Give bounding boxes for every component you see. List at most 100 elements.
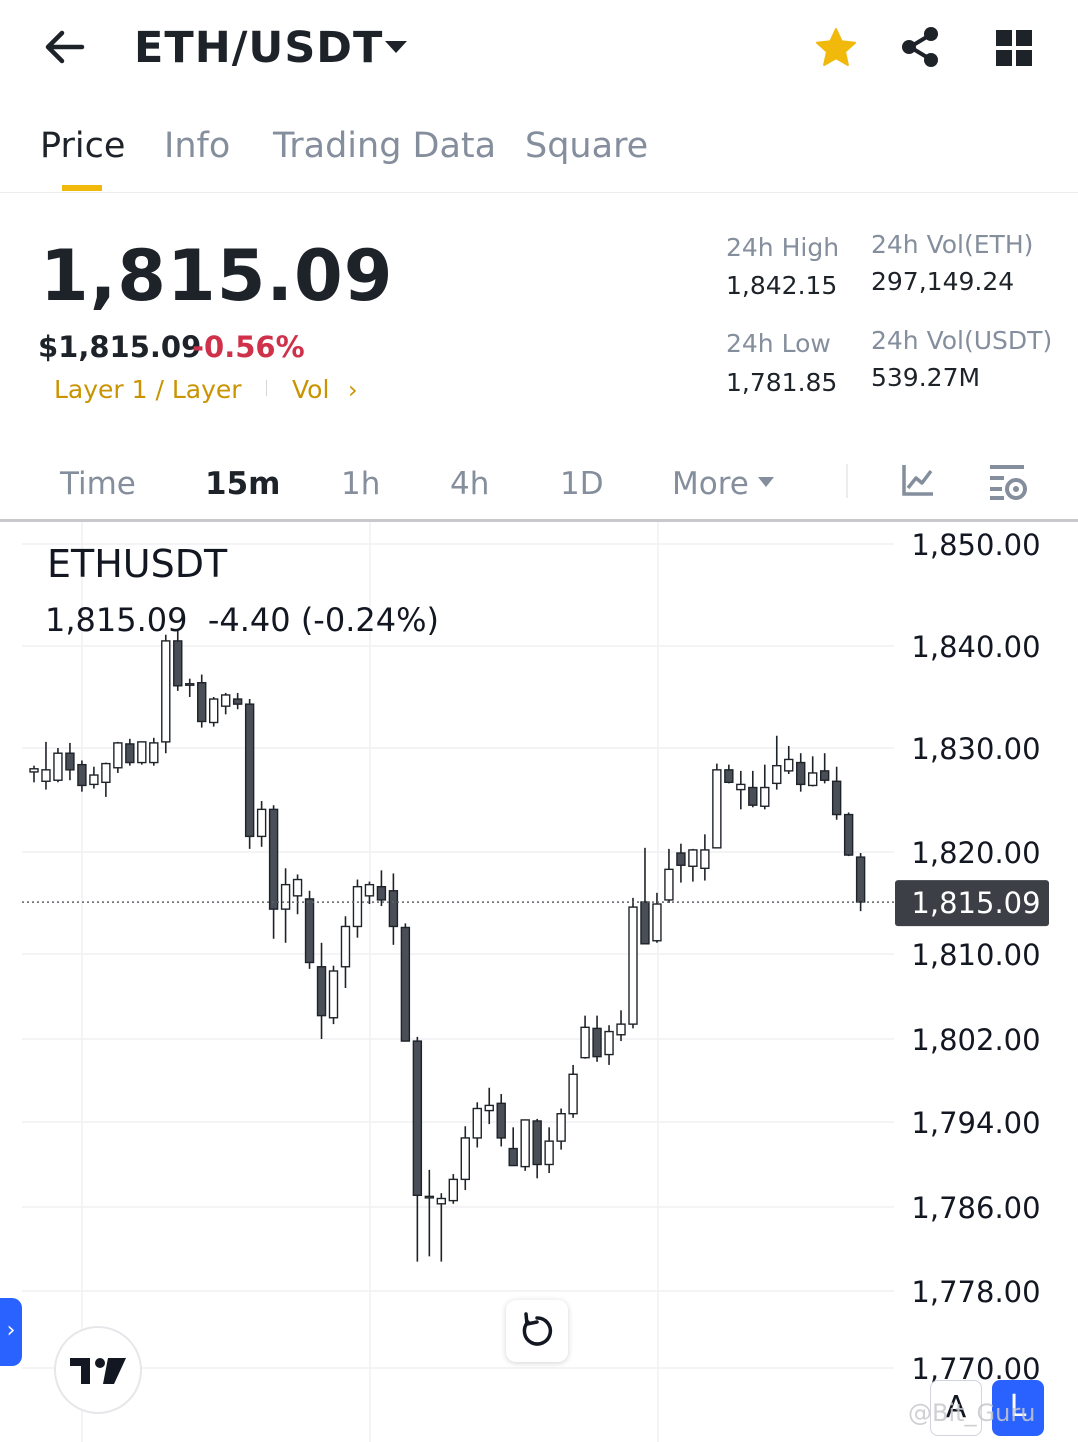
interval-4h[interactable]: 4h [450, 464, 489, 504]
candle-body-up [736, 783, 746, 791]
candle [736, 770, 746, 810]
chevron-right-icon[interactable]: › [348, 376, 358, 404]
candle [316, 942, 327, 1039]
candle-body-down [232, 698, 243, 705]
candle-body-down [592, 1027, 602, 1058]
tab-info[interactable]: Info [164, 124, 230, 168]
candle [676, 843, 686, 883]
tab-price[interactable]: Price [40, 124, 125, 168]
candle-body-up [208, 698, 219, 724]
candle-body-down [796, 761, 806, 786]
candle [400, 923, 411, 1042]
candle-body-up [280, 883, 291, 910]
candle-body-down [676, 852, 686, 866]
candle [244, 699, 255, 849]
share-icon[interactable] [898, 24, 944, 70]
candle-body-up [484, 1104, 494, 1112]
candle-body-down [831, 780, 842, 816]
interval-time[interactable]: Time [60, 464, 136, 504]
candle [772, 735, 782, 790]
candle-body-up [328, 970, 339, 1019]
candle-body-up [784, 758, 794, 772]
candle [831, 766, 842, 820]
candle [604, 1025, 614, 1065]
tag-divider [266, 380, 267, 396]
candle [592, 1015, 602, 1062]
caret-down-icon[interactable] [382, 36, 410, 58]
candle-body-down [843, 813, 854, 856]
candle-body-up [220, 694, 231, 707]
toolbar-divider [846, 464, 848, 498]
candle [77, 760, 87, 792]
candle-body-up [520, 1119, 530, 1168]
candle [496, 1093, 506, 1147]
interval-15m[interactable]: 15m [205, 464, 280, 504]
tradingview-logo[interactable] [54, 1326, 142, 1414]
candle-body-down [173, 640, 183, 687]
candles [29, 630, 866, 1262]
candle-body-down [819, 770, 830, 781]
interval-1d[interactable]: 1D [560, 464, 604, 504]
candle-body-up [628, 906, 638, 1025]
candle [41, 741, 51, 790]
caret-down-icon[interactable] [756, 474, 776, 488]
grid-icon[interactable] [992, 26, 1036, 70]
candle [53, 748, 63, 783]
candle-body-up [424, 1195, 435, 1199]
candle-body-up [460, 1137, 470, 1181]
vol-link[interactable]: Vol [292, 374, 329, 406]
candle-body-up [101, 762, 111, 784]
vol-usdt-value: 539.27M [871, 363, 981, 392]
candle [149, 737, 159, 766]
candle [292, 874, 303, 915]
candle-body-up [436, 1197, 447, 1205]
interval-more[interactable]: More [672, 464, 749, 504]
side-drawer-toggle[interactable]: › [0, 1298, 22, 1366]
candle [640, 847, 650, 945]
candle-body-up [340, 925, 351, 968]
candle-body-up [688, 849, 698, 867]
candle-body-down [125, 743, 135, 764]
candle-body-up [760, 786, 770, 807]
price-axis[interactable]: 1,850.00 1,840.00 1,830.00 1,820.00 1,810.00… [911, 528, 1040, 1386]
candle [232, 692, 243, 710]
candle-body-down [640, 901, 650, 945]
candle-body-down [304, 898, 315, 964]
candle [628, 897, 638, 1029]
candle-body-up [161, 640, 171, 743]
candle [688, 848, 698, 882]
candle-body-up [580, 1026, 590, 1059]
vol-usdt-label: 24h Vol(USDT) [871, 326, 1053, 355]
candle [113, 741, 123, 773]
price-tick-label: 1,794.00 [911, 1106, 1040, 1140]
category-tag[interactable]: Layer 1 / Layer [54, 374, 242, 406]
candle [185, 678, 195, 697]
chart-symbol: ETHUSDT [47, 542, 228, 586]
tab-square[interactable]: Square [525, 124, 648, 168]
candle [760, 764, 770, 810]
last-price-tag-label: 1,815.09 [911, 886, 1040, 920]
candle [268, 805, 279, 939]
candle [520, 1119, 530, 1171]
candle [376, 870, 387, 907]
candle [664, 848, 674, 903]
price-tick-label: 1,786.00 [911, 1191, 1040, 1225]
indicator-icon[interactable] [898, 460, 938, 500]
candle [388, 873, 399, 945]
reset-chart-button[interactable] [506, 1300, 568, 1362]
back-button[interactable] [40, 22, 92, 74]
price-tick-label: 1,850.00 [911, 528, 1040, 562]
high-label: 24h High [726, 233, 840, 262]
star-icon[interactable] [812, 24, 860, 72]
tab-trading-data[interactable]: Trading Data [273, 124, 496, 168]
candle-body-down [65, 752, 75, 771]
last-price: 1,815.09 [40, 235, 394, 317]
candle [484, 1087, 494, 1125]
chart-settings-icon[interactable] [986, 460, 1030, 504]
back-arrow-icon [45, 30, 85, 64]
price-tick-label: 1,830.00 [911, 732, 1040, 766]
pair-title[interactable]: ETH/USDT [134, 22, 383, 74]
interval-1h[interactable]: 1h [341, 464, 380, 504]
price-tick-label: 1,810.00 [911, 938, 1040, 972]
candle [532, 1118, 542, 1179]
